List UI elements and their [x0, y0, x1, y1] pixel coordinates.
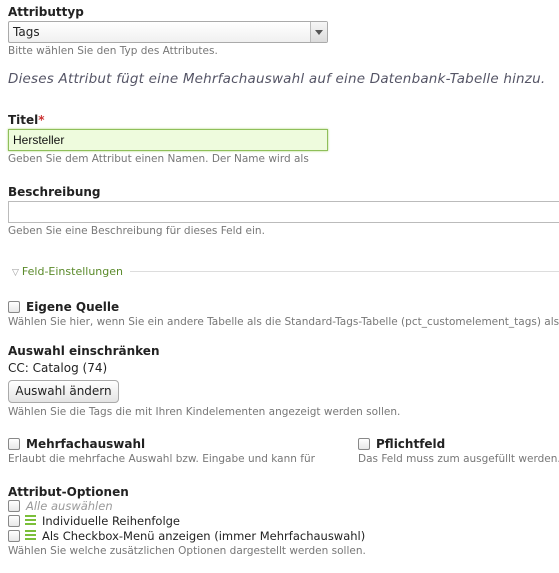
restrict-selection-value: CC: Catalog (74): [8, 361, 108, 375]
title-label-text: Titel: [8, 113, 39, 127]
chevron-down-icon[interactable]: [310, 22, 327, 42]
mandatory-help: Das Feld muss zum ausgefüllt werden.: [358, 453, 559, 465]
title-input[interactable]: [8, 129, 328, 151]
attribute-type-help: Bitte wählen Sie den Typ des Attributes.: [8, 45, 218, 57]
mandatory-label[interactable]: Pflichtfeld: [376, 437, 445, 451]
option-label[interactable]: Als Checkbox-Menü anzeigen (immer Mehrfa…: [42, 529, 365, 543]
own-source-label[interactable]: Eigene Quelle: [26, 300, 119, 314]
restrict-selection-help: Wählen Sie die Tags die mit Ihren Kindel…: [8, 406, 401, 418]
multi-select-label[interactable]: Mehrfachauswahl: [26, 437, 145, 451]
option-label[interactable]: Individuelle Reihenfolge: [42, 514, 180, 528]
drag-handle-icon[interactable]: [25, 515, 36, 527]
fieldset-legend-toggle[interactable]: ▽ Feld-Einstellungen: [12, 265, 123, 278]
attribute-options-label: Attribut-Optionen: [8, 485, 129, 499]
fieldset-divider: [130, 271, 559, 272]
description-label: Beschreibung: [8, 185, 101, 199]
multi-select-help: Erlaubt die mehrfache Auswahl bzw. Einga…: [8, 453, 315, 465]
description-input[interactable]: [8, 201, 559, 223]
option-checkbox[interactable]: [8, 515, 20, 527]
own-source-checkbox[interactable]: [8, 301, 20, 313]
drag-handle-icon[interactable]: [25, 530, 36, 542]
mandatory-checkbox[interactable]: [358, 438, 370, 450]
attribute-type-label: Attributtyp: [8, 5, 84, 19]
description-help: Geben Sie eine Beschreibung für dieses F…: [8, 225, 265, 237]
select-all-checkbox[interactable]: [8, 500, 20, 512]
change-selection-button[interactable]: Auswahl ändern: [8, 380, 119, 403]
attribute-type-value: Tags: [13, 25, 40, 39]
triangle-down-icon: ▽: [12, 268, 19, 278]
attribute-options-help: Wählen Sie welche zusätzlichen Optionen …: [8, 545, 366, 557]
attribute-type-select[interactable]: Tags: [8, 21, 328, 43]
attribute-intro-text: Dieses Attribut fügt eine Mehrfachauswah…: [8, 71, 546, 87]
multi-select-checkbox[interactable]: [8, 438, 20, 450]
own-source-help: Wählen Sie hier, wenn Sie ein andere Tab…: [8, 316, 559, 328]
restrict-selection-label: Auswahl einschränken: [8, 344, 160, 358]
title-label: Titel*: [8, 113, 45, 127]
fieldset-legend-text: Feld-Einstellungen: [21, 265, 123, 278]
select-all-label[interactable]: Alle auswählen: [26, 499, 113, 513]
option-checkbox[interactable]: [8, 530, 20, 542]
title-help: Geben Sie dem Attribut einen Namen. Der …: [8, 153, 309, 165]
required-marker: *: [38, 113, 45, 127]
